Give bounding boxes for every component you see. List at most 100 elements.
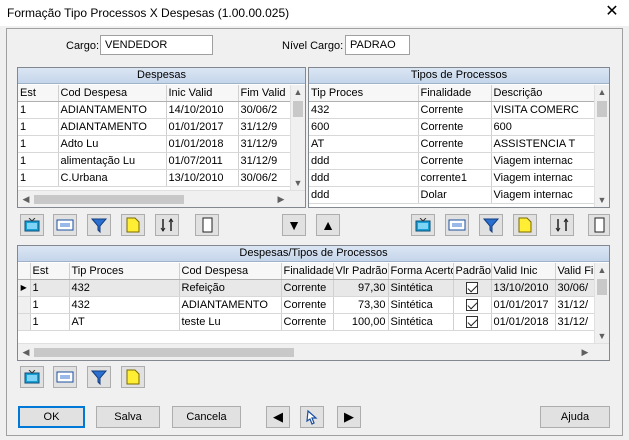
- col-header[interactable]: Tip Proces: [309, 85, 419, 102]
- rel-title: Despesas/Tipos de Processos: [18, 246, 609, 262]
- table-row[interactable]: 1 Adto Lu 01/01/2018 31/12/9: [18, 135, 291, 153]
- table-row[interactable]: 1 alimentação Lu 01/07/2011 31/12/9: [18, 152, 291, 170]
- cell: VISITA COMERC: [491, 101, 595, 119]
- list-icon[interactable]: [588, 214, 610, 236]
- col-header[interactable]: Vlr Padrão: [333, 263, 389, 280]
- film-icon[interactable]: [53, 366, 77, 388]
- despesas-vscroll[interactable]: ▲ ▼: [290, 85, 305, 190]
- col-header[interactable]: Fim Valid: [238, 85, 291, 102]
- col-header[interactable]: Padrão: [453, 263, 492, 280]
- table-row[interactable]: 432 Corrente VISITA COMERC: [309, 101, 595, 119]
- col-header[interactable]: Forma Acerto: [388, 263, 454, 280]
- table-row[interactable]: 1 ADIANTAMENTO 14/10/2010 30/06/2: [18, 101, 291, 119]
- col-header[interactable]: Tip Proces: [69, 263, 180, 280]
- ajuda-button[interactable]: Ajuda: [540, 406, 610, 428]
- rel-hscroll[interactable]: ◀ ▶: [18, 343, 609, 360]
- cell: 73,30: [333, 296, 389, 314]
- prev-record-button[interactable]: ◀: [266, 406, 290, 428]
- sort-icon[interactable]: [550, 214, 574, 236]
- cell: 600: [491, 118, 595, 136]
- table-row[interactable]: ddd Dolar Viagem internac: [309, 186, 595, 204]
- padrao-checkbox[interactable]: [453, 313, 492, 331]
- col-header[interactable]: Est: [30, 263, 70, 280]
- next-record-button[interactable]: ▶: [337, 406, 361, 428]
- tv-icon[interactable]: [20, 214, 44, 236]
- cell: teste Lu: [179, 313, 282, 331]
- cell: C.Urbana: [58, 169, 167, 187]
- cell: ADIANTAMENTO: [58, 101, 167, 119]
- padrao-checkbox[interactable]: [453, 279, 492, 297]
- cell: Viagem internac: [491, 152, 595, 170]
- note-icon[interactable]: [121, 214, 145, 236]
- cell: 31/12/9: [238, 135, 291, 153]
- table-row[interactable]: 1 C.Urbana 13/10/2010 30/06/2: [18, 169, 291, 187]
- cell: corrente1: [418, 169, 492, 187]
- cargo-label: Cargo:: [66, 40, 100, 52]
- padrao-checkbox[interactable]: [453, 296, 492, 314]
- col-header[interactable]: Cod Despesa: [58, 85, 167, 102]
- pointer-icon[interactable]: [300, 406, 324, 428]
- note-icon[interactable]: [513, 214, 537, 236]
- table-row[interactable]: 1 AT teste Lu Corrente 100,00 Sintética …: [18, 313, 595, 331]
- move-down-button[interactable]: ▼: [282, 214, 306, 236]
- cancela-button[interactable]: Cancela: [172, 406, 241, 428]
- tipos-table: Tip Proces Finalidade Descrição 432 Corre…: [309, 85, 595, 204]
- cell: 01/01/2018: [491, 313, 556, 331]
- funnel-icon[interactable]: [87, 366, 111, 388]
- col-header[interactable]: Valid Fir: [555, 263, 595, 280]
- cell: Adto Lu: [58, 135, 167, 153]
- cell: Sintética: [388, 313, 454, 331]
- cell: ADIANTAMENTO: [58, 118, 167, 136]
- cell: Sintética: [388, 296, 454, 314]
- close-icon[interactable]: ✕: [600, 2, 624, 22]
- cell: AT: [309, 135, 419, 153]
- film-icon[interactable]: [445, 214, 469, 236]
- cargo-field[interactable]: VENDEDOR: [100, 35, 213, 55]
- cell: Dolar: [418, 186, 492, 204]
- list-icon[interactable]: [195, 214, 219, 236]
- rel-table: Est Tip Proces Cod Despesa Finalidade Vl…: [18, 263, 595, 331]
- cell: 01/01/2018: [166, 135, 239, 153]
- cell: 1: [18, 118, 59, 136]
- col-header[interactable]: Inic Valid: [166, 85, 239, 102]
- ok-button[interactable]: OK: [18, 406, 85, 428]
- cell: 1: [18, 169, 59, 187]
- tv-icon[interactable]: [20, 366, 44, 388]
- salva-button[interactable]: Salva: [96, 406, 160, 428]
- funnel-icon[interactable]: [87, 214, 111, 236]
- table-row[interactable]: 1 432 ADIANTAMENTO Corrente 73,30 Sintét…: [18, 296, 595, 314]
- nivel-cargo-field[interactable]: PADRAO: [345, 35, 410, 55]
- sort-icon[interactable]: [155, 214, 179, 236]
- cell: 13/10/2010: [166, 169, 239, 187]
- funnel-icon[interactable]: [479, 214, 503, 236]
- cell: alimentação Lu: [58, 152, 167, 170]
- nivel-cargo-label: Nível Cargo:: [282, 40, 344, 52]
- col-header[interactable]: Finalidade: [281, 263, 334, 280]
- rel-vscroll[interactable]: ▲ ▼: [594, 263, 609, 343]
- table-row[interactable]: 1 ADIANTAMENTO 01/01/2017 31/12/9: [18, 118, 291, 136]
- note-icon[interactable]: [121, 366, 145, 388]
- col-header[interactable]: Est: [18, 85, 59, 102]
- table-row[interactable]: ddd Corrente Viagem internac: [309, 152, 595, 170]
- table-row[interactable]: ▶ 1 432 Refeição Corrente 97,30 Sintétic…: [18, 279, 595, 297]
- cell: ASSISTENCIA T: [491, 135, 595, 153]
- tipos-vscroll[interactable]: ▲ ▼: [594, 85, 609, 207]
- col-header[interactable]: Finalidade: [418, 85, 492, 102]
- cell: 31/12/: [555, 313, 595, 331]
- cell: 13/10/2010: [491, 279, 556, 297]
- despesas-hscroll[interactable]: ◀ ▶: [18, 190, 305, 207]
- col-header[interactable]: Cod Despesa: [179, 263, 282, 280]
- move-up-button[interactable]: ▲: [316, 214, 340, 236]
- col-header[interactable]: Valid Inic: [491, 263, 556, 280]
- cell: Viagem internac: [491, 186, 595, 204]
- cell: Corrente: [281, 296, 334, 314]
- tv-icon[interactable]: [411, 214, 435, 236]
- cell: 432: [69, 279, 180, 297]
- table-row[interactable]: AT Corrente ASSISTENCIA T: [309, 135, 595, 153]
- table-row[interactable]: ddd corrente1 Viagem internac: [309, 169, 595, 187]
- table-row[interactable]: 600 Corrente 600: [309, 118, 595, 136]
- film-icon[interactable]: [53, 214, 77, 236]
- cell: 1: [18, 101, 59, 119]
- tipos-title: Tipos de Processos: [309, 68, 609, 84]
- col-header[interactable]: Descrição: [491, 85, 595, 102]
